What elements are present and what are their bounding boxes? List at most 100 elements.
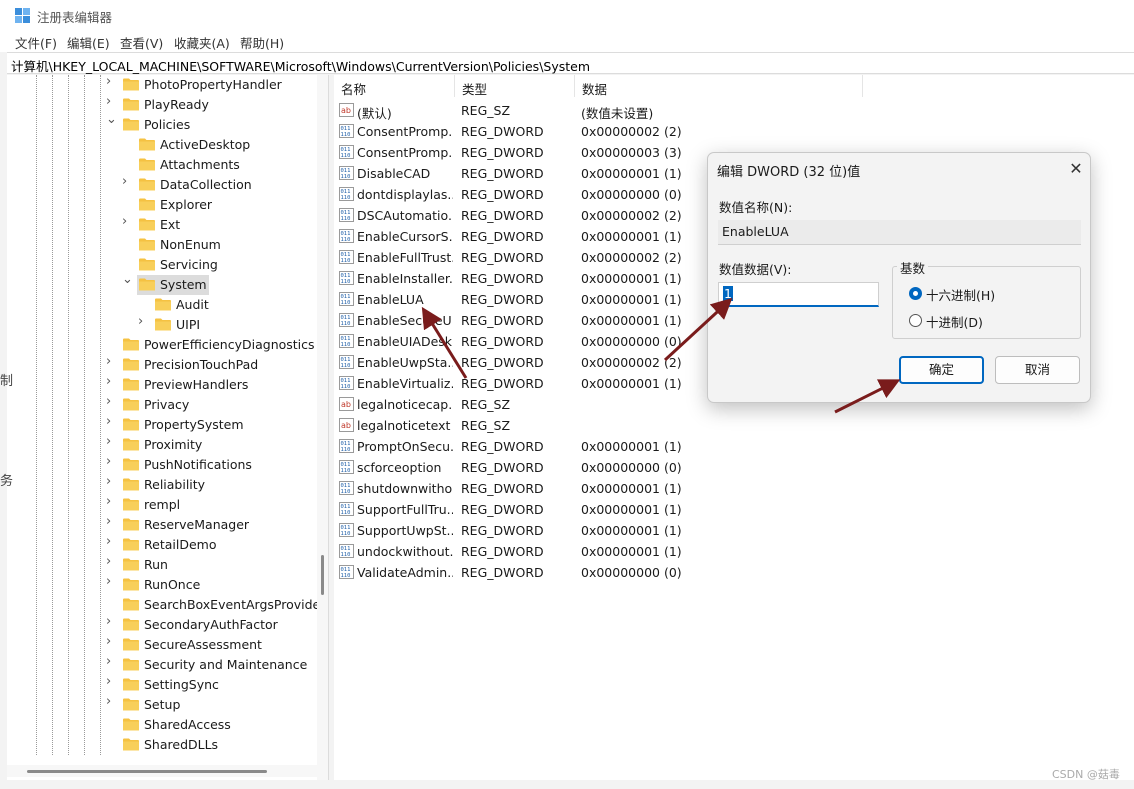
close-icon[interactable]: ✕ — [1064, 158, 1088, 180]
value-data-cell: 0x00000001 (1) — [581, 439, 682, 454]
table-row[interactable]: 011 110 ConsentPromp... REG_DWORD 0x00000002… — [334, 121, 1134, 142]
table-row[interactable]: 011 110 ValidateAdmin... REG_DWORD 0x0000000… — [334, 562, 1134, 583]
svg-text:110: 110 — [341, 216, 351, 222]
binary-value-icon: 011 110 — [339, 334, 354, 348]
tree-horizontal-scrollbar[interactable] — [7, 765, 317, 777]
value-data-cell: 0x00000002 (2) — [581, 124, 682, 139]
value-name-cell: SupportFullTru... — [357, 502, 453, 517]
table-row[interactable]: 011 110 SupportUwpSt... REG_DWORD 0x00000001… — [334, 520, 1134, 541]
tree-horizontal-scroll-thumb[interactable] — [27, 770, 267, 773]
value-type-cell: REG_DWORD — [461, 376, 544, 391]
binary-value-icon: 011 110 — [339, 166, 354, 180]
chevron-right-icon[interactable]: › — [122, 175, 132, 188]
ok-button[interactable]: 确定 — [899, 356, 984, 384]
chevron-right-icon[interactable]: › — [106, 355, 116, 368]
svg-text:110: 110 — [341, 258, 351, 264]
chevron-right-icon[interactable]: › — [106, 455, 116, 468]
folder-icon — [123, 718, 139, 731]
value-data-cell: 0x00000001 (1) — [581, 523, 682, 538]
key-tree-pane[interactable]: › PhotoPropertyHandler › PlayReady ⌄ Policies… — [7, 75, 329, 780]
chevron-down-icon[interactable]: ⌄ — [106, 113, 117, 126]
tree-item-label: Privacy — [144, 397, 190, 412]
decimal-radio-label[interactable]: 十进制(D) — [926, 312, 983, 331]
value-type-cell: REG_DWORD — [461, 208, 544, 223]
decimal-radio[interactable] — [909, 314, 922, 327]
chevron-right-icon[interactable]: › — [106, 415, 116, 428]
chevron-right-icon[interactable]: › — [106, 575, 116, 588]
chevron-right-icon[interactable]: › — [106, 435, 116, 448]
folder-icon — [123, 378, 139, 391]
menu-edit[interactable]: 编辑(E) — [67, 33, 110, 52]
menu-help[interactable]: 帮助(H) — [240, 33, 284, 52]
chevron-right-icon[interactable]: › — [106, 75, 116, 88]
chevron-right-icon[interactable]: › — [106, 375, 116, 388]
value-name-cell: undockwithout... — [357, 544, 453, 559]
column-header-data[interactable]: 数据 — [575, 75, 863, 97]
chevron-right-icon[interactable]: › — [106, 695, 116, 708]
value-type-cell: REG_DWORD — [461, 544, 544, 559]
tree-item-label: Audit — [176, 297, 209, 312]
folder-icon — [123, 558, 139, 571]
svg-text:ab: ab — [341, 400, 351, 409]
value-name-cell: EnableLUA — [357, 292, 424, 307]
chevron-right-icon[interactable]: › — [106, 475, 116, 488]
value-name-cell: DisableCAD — [357, 166, 431, 181]
hex-radio-label[interactable]: 十六进制(H) — [926, 285, 995, 304]
table-row[interactable]: 011 110 undockwithout... REG_DWORD 0x0000000… — [334, 541, 1134, 562]
binary-value-icon: 011 110 — [339, 502, 354, 516]
tree-item-label: System — [160, 277, 207, 292]
column-header-type[interactable]: 类型 — [455, 75, 575, 97]
svg-text:110: 110 — [341, 321, 351, 327]
chevron-right-icon[interactable]: › — [122, 215, 132, 228]
svg-text:110: 110 — [341, 279, 351, 285]
chevron-right-icon[interactable]: › — [138, 315, 148, 328]
tree-vertical-scroll-thumb[interactable] — [321, 555, 324, 595]
table-row[interactable]: 011 110 PromptOnSecu... REG_DWORD 0x00000001… — [334, 436, 1134, 457]
chevron-right-icon[interactable]: › — [106, 535, 116, 548]
binary-value-icon: 011 110 — [339, 208, 354, 222]
chevron-right-icon[interactable]: › — [106, 395, 116, 408]
column-header-name[interactable]: 名称 — [334, 75, 455, 97]
cancel-button[interactable]: 取消 — [995, 356, 1080, 384]
tree-item-label: SearchBoxEventArgsProvide — [144, 597, 321, 612]
address-path[interactable]: 计算机\HKEY_LOCAL_MACHINE\SOFTWARE\Microsof… — [11, 56, 590, 75]
chevron-right-icon[interactable]: › — [106, 675, 116, 688]
chevron-down-icon[interactable]: ⌄ — [122, 273, 133, 286]
chevron-right-icon[interactable]: › — [106, 555, 116, 568]
tree-item-label: ActiveDesktop — [160, 137, 251, 152]
chevron-right-icon[interactable]: › — [106, 515, 116, 528]
background-text-fragment: 务 — [0, 474, 14, 489]
tree-item-label: Explorer — [160, 197, 213, 212]
menu-view[interactable]: 查看(V) — [120, 33, 163, 52]
folder-icon — [123, 78, 139, 91]
registry-editor-window: 注册表编辑器 文件(F) 编辑(E) 查看(V) 收藏夹(A) 帮助(H) 计算… — [0, 0, 1134, 789]
folder-icon — [123, 618, 139, 631]
chevron-right-icon[interactable]: › — [106, 615, 116, 628]
value-data-cell: 0x00000001 (1) — [581, 481, 682, 496]
table-row[interactable]: 011110shutdownwitho... REG_DWORD 0x0000000… — [334, 478, 1134, 499]
tree-item-label: Run — [144, 557, 168, 572]
value-data-selected-text[interactable]: 1 — [723, 286, 733, 301]
chevron-right-icon[interactable]: › — [106, 635, 116, 648]
chevron-right-icon[interactable]: › — [106, 655, 116, 668]
value-type-cell: REG_DWORD — [461, 166, 544, 181]
value-type-cell: REG_DWORD — [461, 460, 544, 475]
address-bar[interactable]: 计算机\HKEY_LOCAL_MACHINE\SOFTWARE\Microsof… — [7, 52, 1134, 74]
folder-icon — [123, 658, 139, 671]
table-row[interactable]: 011 110 SupportFullTru... REG_DWORD 0x000000… — [334, 499, 1134, 520]
tree-vertical-scrollbar[interactable] — [317, 75, 328, 780]
value-data-cell: 0x00000001 (1) — [581, 544, 682, 559]
table-row[interactable]: 011 110 scforceoption REG_DWORD 0x00000000 (… — [334, 457, 1134, 478]
folder-icon — [139, 238, 155, 251]
table-row[interactable]: ab (默认) REG_SZ (数值未设置) — [334, 100, 1134, 121]
svg-text:110: 110 — [341, 510, 351, 516]
hex-radio[interactable] — [909, 287, 922, 300]
menu-favorites[interactable]: 收藏夹(A) — [174, 33, 230, 52]
menu-file[interactable]: 文件(F) — [15, 33, 57, 52]
table-row[interactable]: ab legalnoticetext REG_SZ — [334, 415, 1134, 436]
chevron-right-icon[interactable]: › — [106, 95, 116, 108]
tree-item-label: Servicing — [160, 257, 218, 272]
chevron-right-icon[interactable]: › — [106, 495, 116, 508]
folder-icon — [139, 138, 155, 151]
value-data-input[interactable]: 1 — [718, 282, 879, 307]
